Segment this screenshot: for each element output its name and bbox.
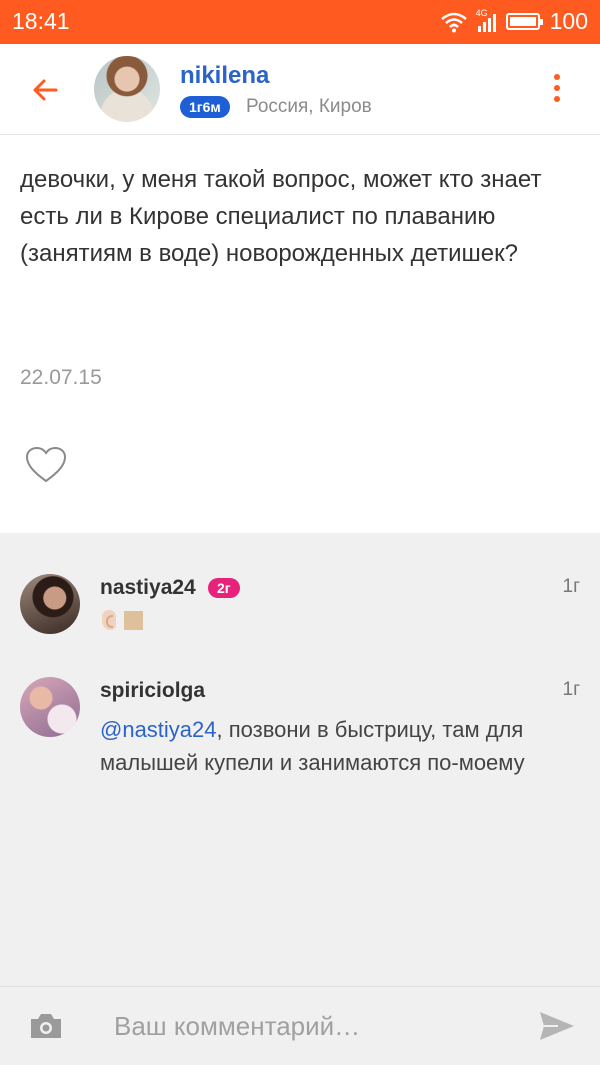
battery-level: 100 — [549, 8, 588, 34]
comment-composer — [0, 986, 600, 1065]
battery-icon — [505, 13, 543, 30]
camera-icon[interactable] — [28, 1011, 64, 1041]
mention-link[interactable]: @nastiya24 — [100, 717, 217, 742]
status-bar: 18:41 4G 100 — [0, 0, 600, 44]
kebab-menu-icon[interactable] — [554, 74, 562, 102]
comment-time: 1г — [562, 576, 581, 597]
post-text: девочки, у меня такой вопрос, может кто … — [20, 166, 542, 267]
comment-emoji — [102, 610, 143, 630]
author-location: Россия, Киров — [246, 96, 372, 117]
send-icon[interactable] — [538, 1009, 576, 1043]
commenter-name[interactable]: nastiya24 — [100, 576, 196, 600]
square-emoji-icon — [124, 610, 143, 630]
arrow-left-icon[interactable] — [26, 70, 66, 110]
comment-input[interactable] — [112, 1005, 516, 1047]
author-avatar[interactable] — [94, 56, 160, 122]
post-card: девочки, у меня такой вопрос, может кто … — [0, 135, 600, 533]
author-age-badge: 1г6м — [180, 96, 230, 118]
comment-time: 1г — [562, 679, 581, 700]
comment-text: @nastiya24, позвони в быстрицу, там для … — [100, 713, 580, 779]
ear-emoji-icon — [102, 610, 116, 630]
post-date: 22.07.15 — [20, 366, 102, 389]
commenter-avatar[interactable] — [20, 677, 80, 737]
wifi-icon — [440, 12, 467, 32]
heart-outline-icon[interactable] — [24, 445, 68, 485]
status-time: 18:41 — [12, 8, 70, 34]
commenter-age-badge: 2г — [208, 578, 240, 598]
network-type: 4G — [475, 7, 488, 18]
commenter-avatar[interactable] — [20, 574, 80, 634]
post-header: nikilena 1г6м Россия, Киров — [0, 44, 600, 135]
commenter-name[interactable]: spiriciolga — [100, 679, 205, 703]
author-name[interactable]: nikilena — [180, 62, 269, 90]
comment-item: nastiya24 2г 1г — [0, 574, 600, 644]
status-icons: 4G 100 — [440, 8, 588, 35]
comment-item: spiriciolga 1г @nastiya24, позвони в быс… — [0, 677, 600, 787]
